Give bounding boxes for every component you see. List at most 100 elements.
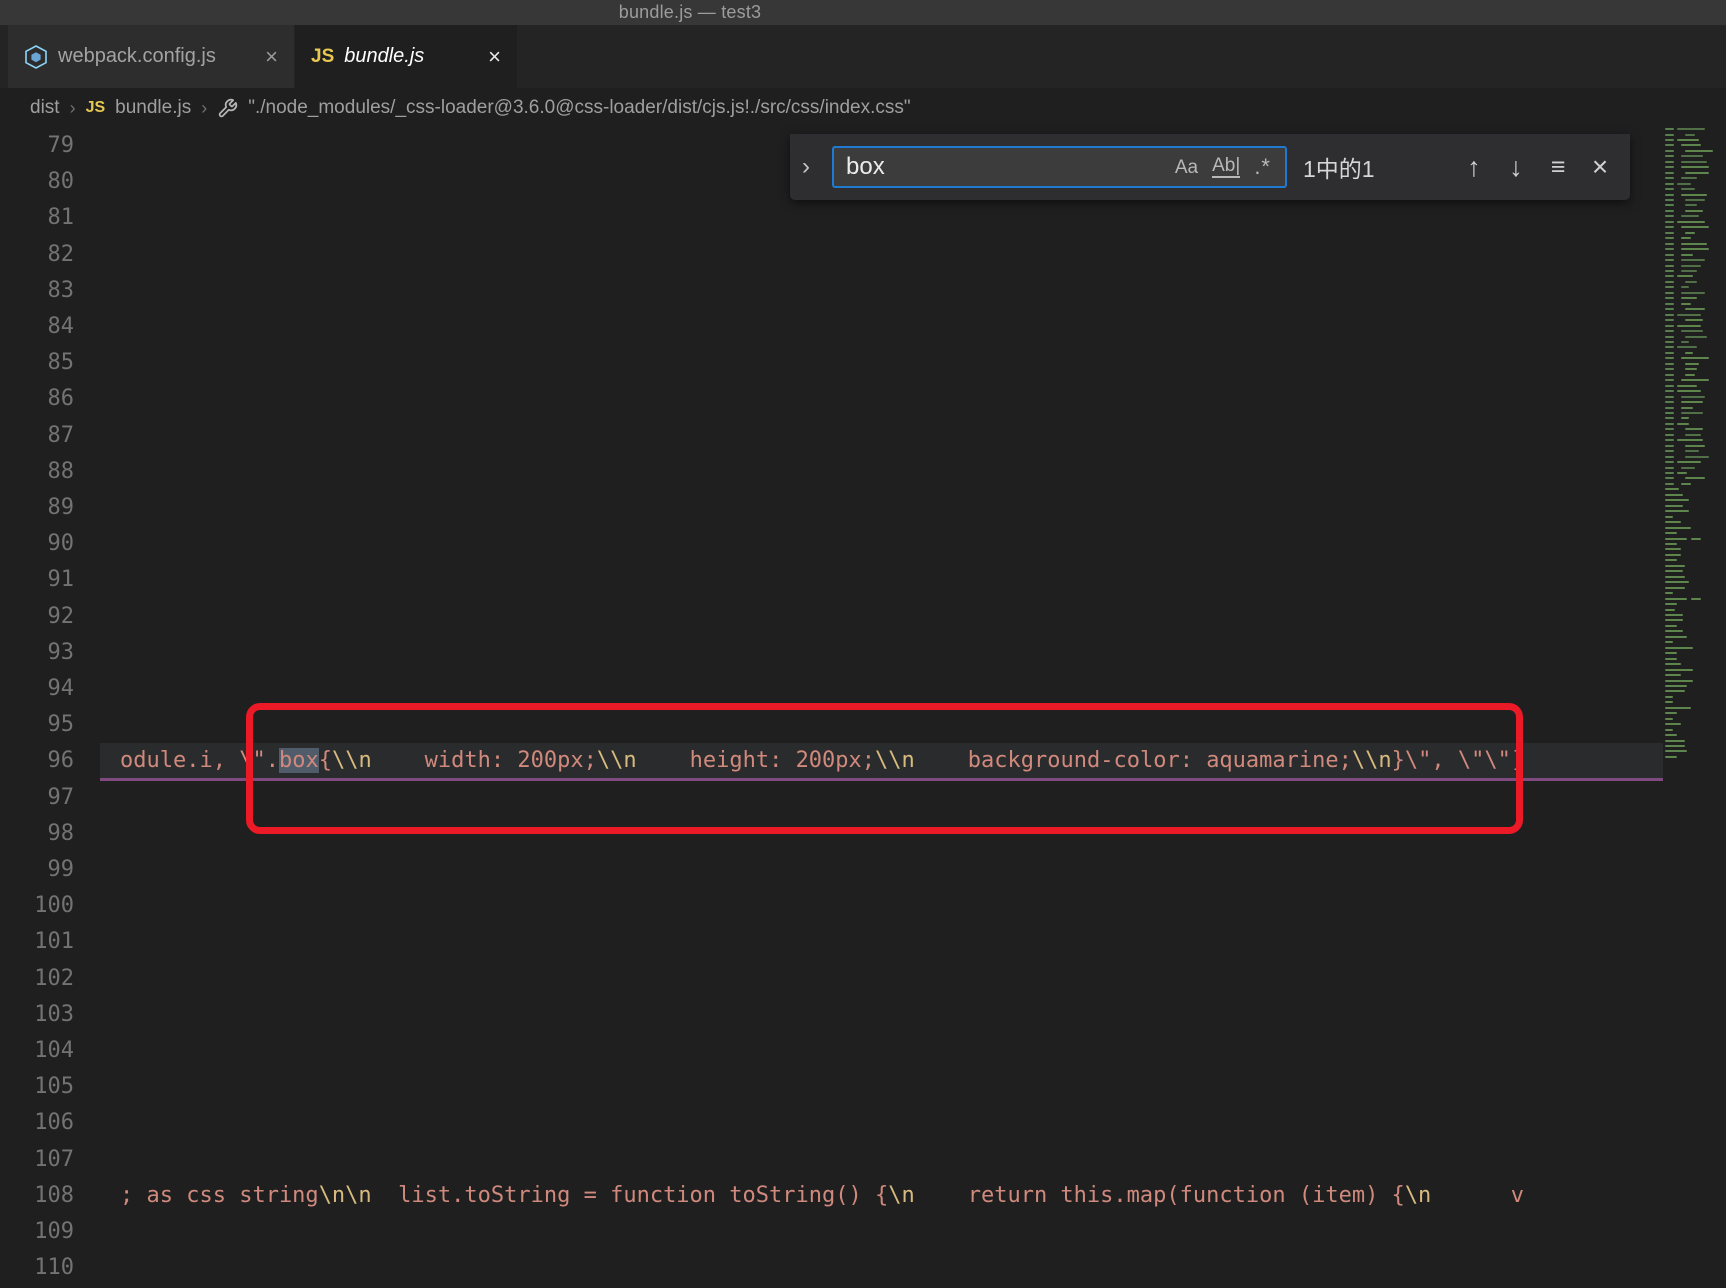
close-tab-icon[interactable]: × xyxy=(265,45,278,68)
code-line[interactable] xyxy=(100,273,1663,309)
code-line[interactable] xyxy=(100,1214,1663,1250)
minimap-line xyxy=(1677,390,1701,393)
minimap-line xyxy=(1685,444,1705,447)
code-token: \\n xyxy=(875,748,915,774)
code-line[interactable] xyxy=(100,852,1663,888)
chevron-right-icon: › xyxy=(69,97,76,118)
code-line[interactable] xyxy=(100,671,1663,707)
minimap-line xyxy=(1685,335,1707,338)
minimap-line xyxy=(1685,433,1701,436)
code-line[interactable] xyxy=(100,1033,1663,1069)
code-line[interactable] xyxy=(100,961,1663,997)
title-bar: bundle.js — test3 xyxy=(0,0,1726,25)
minimap-line xyxy=(1681,330,1703,332)
minimap-line xyxy=(1665,679,1693,682)
whole-word-icon[interactable]: Ab| xyxy=(1212,156,1241,178)
code-line[interactable] xyxy=(100,345,1663,381)
code-line[interactable]: odule.i, \".box{\\n width: 200px;\\n hei… xyxy=(100,743,1663,780)
code-line[interactable] xyxy=(100,997,1663,1033)
code-line[interactable] xyxy=(100,780,1663,816)
line-number: 101 xyxy=(34,929,74,955)
code-line[interactable] xyxy=(100,200,1663,236)
minimap-line xyxy=(1665,248,1674,251)
code-line[interactable] xyxy=(100,454,1663,490)
find-in-selection-icon[interactable]: ≡ xyxy=(1540,149,1576,185)
breadcrumb-item-bundle-js[interactable]: bundle.js xyxy=(115,97,191,119)
minimap-line xyxy=(1681,155,1703,158)
code-line[interactable] xyxy=(100,418,1663,454)
minimap-line xyxy=(1685,455,1709,458)
tab-webpack-config[interactable]: webpack.config.js × xyxy=(8,25,294,88)
code-line[interactable] xyxy=(100,526,1663,562)
previous-match-icon[interactable]: ↑ xyxy=(1456,149,1492,185)
minimap-line xyxy=(1685,373,1695,376)
minimap-line xyxy=(1665,401,1674,403)
code-line[interactable] xyxy=(100,707,1663,743)
code-line[interactable] xyxy=(100,490,1663,526)
minimap-line xyxy=(1665,750,1687,753)
minimap-line xyxy=(1665,652,1677,655)
breadcrumb: dist › JS bundle.js › "./node_modules/_c… xyxy=(0,88,1726,128)
breadcrumb-item-css-module[interactable]: "./node_modules/_css-loader@3.6.0@css-lo… xyxy=(248,97,910,119)
code-token: \\n xyxy=(596,748,637,774)
minimap-line xyxy=(1665,199,1674,201)
code-line[interactable] xyxy=(100,562,1663,598)
minimap-line xyxy=(1665,745,1685,747)
minimap-line xyxy=(1681,379,1709,382)
code-line[interactable] xyxy=(100,816,1663,852)
code-line[interactable] xyxy=(100,924,1663,960)
tab-bundle-js[interactable]: JS bundle.js × xyxy=(295,25,517,88)
code-line[interactable] xyxy=(100,635,1663,671)
minimap-line xyxy=(1665,493,1683,496)
minimap-line xyxy=(1665,723,1681,726)
line-number-gutter[interactable]: 79 80 81 82 83 84 85 86 87 88 89 90 91 92 93 94 95 96 97 98… xyxy=(0,128,100,1288)
match-case-icon[interactable]: Aa xyxy=(1175,158,1198,177)
code-token: v xyxy=(1431,1182,1525,1208)
minimap-line xyxy=(1685,308,1705,311)
minimap-line xyxy=(1665,668,1693,671)
minimap-line xyxy=(1665,690,1685,693)
minimap-line xyxy=(1665,406,1674,409)
minimap-line xyxy=(1665,226,1674,229)
minimap-line xyxy=(1665,646,1693,649)
minimap-line xyxy=(1665,450,1674,453)
close-tab-icon[interactable]: × xyxy=(488,45,501,68)
find-widget: › Aa Ab| .* 1中的1 ↑ ↓ ≡ × xyxy=(790,134,1630,200)
minimap-line xyxy=(1665,619,1683,622)
minimap-line xyxy=(1665,270,1674,272)
minimap-line xyxy=(1665,193,1674,196)
minimap-line xyxy=(1665,755,1677,758)
next-match-icon[interactable]: ↓ xyxy=(1498,149,1534,185)
breadcrumb-item-dist[interactable]: dist xyxy=(30,97,60,119)
minimap-line xyxy=(1691,537,1701,540)
code-line[interactable] xyxy=(100,1069,1663,1105)
minimap-line xyxy=(1681,302,1691,305)
code-line[interactable] xyxy=(100,599,1663,635)
minimap-line xyxy=(1681,466,1695,469)
code-line[interactable] xyxy=(100,1250,1663,1286)
minimap[interactable] xyxy=(1663,128,1726,788)
code-line[interactable] xyxy=(100,888,1663,924)
line-number: 106 xyxy=(34,1110,74,1136)
toggle-replace-chevron-icon[interactable]: › xyxy=(802,155,826,179)
code-line[interactable]: ; as css string\n\n list.toString = func… xyxy=(100,1178,1663,1214)
minimap-line xyxy=(1665,242,1674,245)
find-input[interactable] xyxy=(834,153,1175,181)
close-find-icon[interactable]: × xyxy=(1582,149,1618,185)
code-line[interactable] xyxy=(100,1142,1663,1178)
minimap-line xyxy=(1665,526,1691,529)
minimap-line xyxy=(1665,477,1674,480)
regex-icon[interactable]: .* xyxy=(1254,156,1271,178)
code-line[interactable] xyxy=(100,237,1663,273)
code-line[interactable] xyxy=(100,309,1663,345)
minimap-line xyxy=(1681,264,1701,267)
minimap-line xyxy=(1681,357,1709,360)
minimap-line xyxy=(1685,231,1695,234)
minimap-line xyxy=(1665,543,1677,545)
code-line[interactable] xyxy=(100,1105,1663,1141)
minimap-line xyxy=(1681,144,1701,147)
code-line[interactable] xyxy=(100,381,1663,417)
line-number: 91 xyxy=(47,567,75,593)
line-number: 93 xyxy=(47,639,75,665)
code-editor[interactable]: 79 80 81 82 83 84 85 86 87 88 89 90 91 92 93 94 95 96 97 98… xyxy=(0,128,1726,1288)
